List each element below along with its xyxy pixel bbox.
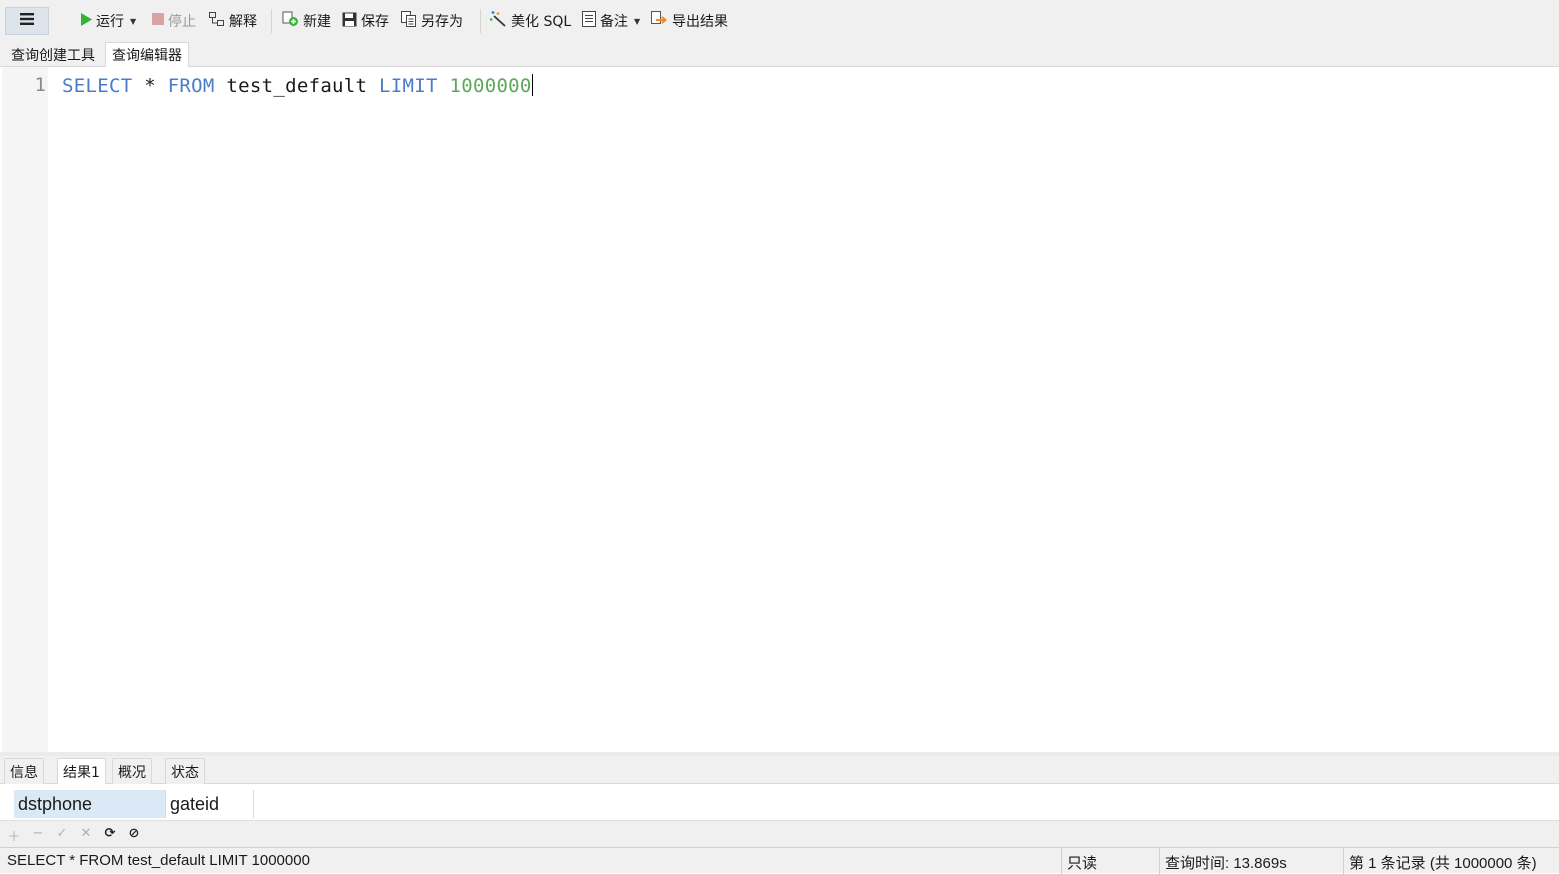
refresh-icon[interactable]: ⟳ <box>102 826 118 841</box>
tab-profile[interactable]: 概况 <box>112 758 152 784</box>
toolbar-separator <box>480 9 481 33</box>
remove-icon[interactable]: − <box>30 826 46 841</box>
stop-icon <box>152 13 164 29</box>
add-icon[interactable]: ＋ <box>6 826 22 845</box>
stop-button[interactable]: 停止 <box>152 10 196 32</box>
table-name: test_default <box>226 75 368 97</box>
tab-query-editor[interactable]: 查询编辑器 <box>105 42 189 68</box>
status-separator <box>1061 848 1062 874</box>
column-header-dstphone[interactable]: dstphone <box>14 790 166 818</box>
save-as-button[interactable]: 另存为 <box>401 10 463 32</box>
run-dropdown-icon[interactable]: ▼ <box>130 17 136 26</box>
export-results-button[interactable]: 导出结果 <box>651 10 728 32</box>
menu-button[interactable] <box>5 7 49 35</box>
discard-icon[interactable]: ✕ <box>78 826 94 841</box>
sql-editor[interactable]: 1 SELECT * FROM test_default LIMIT 10000… <box>0 67 1559 752</box>
editor-tabs: 查询创建工具 查询编辑器 <box>0 42 1559 68</box>
text-cursor <box>531 74 533 96</box>
beautify-sql-button[interactable]: 美化 SQL <box>489 10 571 32</box>
notes-button[interactable]: 备注 ▼ <box>582 10 640 32</box>
explain-icon <box>209 11 225 31</box>
line-number: 1 <box>34 74 46 96</box>
result-tabs: 信息 结果1 概况 状态 <box>0 756 1559 785</box>
cancel-icon[interactable]: ⊘ <box>126 826 142 841</box>
toolbar-separator <box>271 9 272 33</box>
notes-dropdown-icon[interactable]: ▼ <box>634 17 640 26</box>
new-icon <box>282 11 299 31</box>
magic-wand-icon <box>489 11 507 31</box>
keyword-select: SELECT <box>62 75 133 97</box>
note-icon <box>582 11 596 31</box>
grid-toolbar: ＋ − ✓ ✕ ⟳ ⊘ <box>0 820 1559 847</box>
status-separator <box>1159 848 1160 874</box>
column-header-gateid[interactable]: gateid <box>166 790 254 818</box>
keyword-limit: LIMIT <box>379 75 438 97</box>
save-as-icon <box>401 11 417 31</box>
tab-info[interactable]: 信息 <box>4 758 44 784</box>
export-icon <box>651 11 668 31</box>
save-button[interactable]: 保存 <box>342 10 389 32</box>
status-separator <box>1343 848 1344 874</box>
tab-query-builder[interactable]: 查询创建工具 <box>4 42 102 67</box>
save-icon <box>342 12 357 31</box>
play-icon <box>80 12 92 30</box>
run-button[interactable]: 运行 ▼ <box>80 10 136 32</box>
explain-button[interactable]: 解释 <box>209 10 257 32</box>
new-query-button[interactable]: 新建 <box>282 10 331 32</box>
select-star: * <box>144 75 156 97</box>
line-number-gutter: 1 <box>2 67 48 752</box>
results-grid: dstphone gateid <box>0 784 1559 820</box>
tab-result1[interactable]: 结果1 <box>57 758 106 785</box>
status-readonly: 只读 <box>1067 855 1098 872</box>
limit-value: 1000000 <box>449 75 532 97</box>
tab-status[interactable]: 状态 <box>165 758 205 784</box>
menu-icon <box>20 13 34 29</box>
status-query-time: 查询时间: 13.869s <box>1165 855 1287 872</box>
status-query-text: SELECT * FROM test_default LIMIT 1000000 <box>7 852 310 869</box>
keyword-from: FROM <box>167 75 215 97</box>
main-toolbar: 运行 ▼ 停止 解释 新建 保存 另存为 美化 SQL 备注 ▼ 导出结果 <box>0 0 1559 42</box>
apply-icon[interactable]: ✓ <box>54 826 70 841</box>
status-record-count: 第 1 条记录 (共 1000000 条) <box>1349 855 1537 872</box>
status-bar: SELECT * FROM test_default LIMIT 1000000… <box>0 847 1559 874</box>
sql-code-line[interactable]: SELECT * FROM test_default LIMIT 1000000 <box>62 74 533 97</box>
